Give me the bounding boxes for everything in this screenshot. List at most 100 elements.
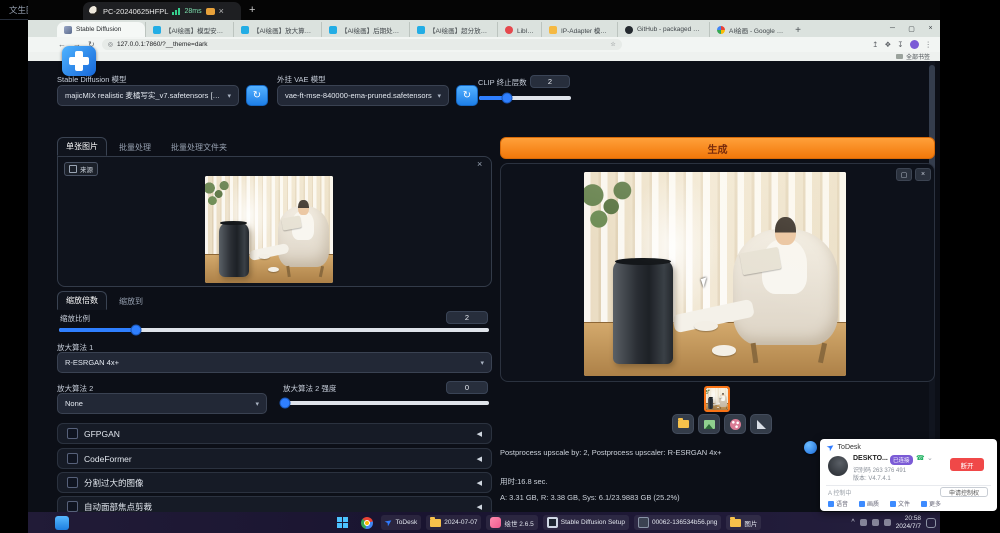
window-minimize-button[interactable]: ─ xyxy=(883,20,902,37)
chevron-down-icon: ▾ xyxy=(222,92,231,100)
refresh-models-button[interactable]: ↻ xyxy=(246,85,268,106)
todesk-logo-icon: ➤ xyxy=(825,441,837,454)
extensions-icon[interactable]: ❖ xyxy=(884,40,891,49)
checkbox[interactable] xyxy=(67,453,78,464)
refresh-vae-button[interactable]: ↻ xyxy=(456,85,478,106)
generate-button[interactable]: 生成 xyxy=(500,137,935,159)
gallery-close-button[interactable]: × xyxy=(915,168,931,181)
browser-tab-doc[interactable]: IP-Adapter 模型指南 xyxy=(541,22,617,37)
todesk-floating-ball[interactable] xyxy=(804,441,817,454)
todesk-disconnect-button[interactable]: 断开 xyxy=(950,458,984,471)
output-image[interactable] xyxy=(584,172,846,376)
gallery-thumbnail[interactable] xyxy=(704,386,730,412)
chrome-taskbar-button[interactable] xyxy=(357,514,376,531)
window-maximize-button[interactable]: ▢ xyxy=(902,20,921,37)
file-icon xyxy=(890,501,896,507)
sd-console-taskbar-button[interactable]: Stable Diffusion Setup xyxy=(543,515,629,530)
accordion-split-oversized[interactable]: 分割过大的图像 ◀ xyxy=(57,472,492,493)
bookmark-star-icon[interactable]: ☆ xyxy=(610,41,615,48)
clock[interactable]: 20:58 2024/7/7 xyxy=(896,515,921,531)
volume-icon[interactable] xyxy=(872,519,879,526)
todesk-more-action[interactable]: 更多 xyxy=(921,499,941,508)
accordion-gfpgan[interactable]: GFPGAN ◀ xyxy=(57,423,492,444)
browser-tab-github[interactable]: GitHub - packaged Studio xyxy=(617,22,709,37)
send-to-extras-button[interactable] xyxy=(750,414,772,434)
launcher-icon xyxy=(490,517,501,528)
network-icon[interactable] xyxy=(860,519,867,526)
browser-tab-liblib[interactable]: LiblibAI·哩布哩布AI xyxy=(497,22,541,37)
browser-tab-stable-diffusion[interactable]: Stable Diffusion xyxy=(57,22,145,37)
notification-center-icon[interactable] xyxy=(926,518,936,528)
image-file-taskbar-button[interactable]: 00062-136534b56.png xyxy=(634,515,721,530)
browser-tab-bilibili-3[interactable]: 【AI绘画】后期处理教程 - 哔哩哔哩 xyxy=(321,22,409,37)
todesk-file-action[interactable]: 文件 xyxy=(890,499,910,508)
profile-avatar[interactable] xyxy=(910,40,919,49)
chevron-left-icon: ◀ xyxy=(477,503,482,511)
system-tray: ^ 20:58 2024/7/7 xyxy=(822,513,936,532)
phone-icon[interactable]: ☎ xyxy=(916,454,925,462)
bookmarks-label[interactable]: 全部书签 xyxy=(906,52,930,61)
gallery-fullscreen-button[interactable]: ▢ xyxy=(896,168,912,181)
language-indicator[interactable] xyxy=(884,519,891,526)
launcher-taskbar-button[interactable]: 绘世 2.6.5 xyxy=(486,515,537,530)
upscaler2-strength-value[interactable]: 0 xyxy=(446,381,488,394)
browser-tab-bilibili-2[interactable]: 【AI绘画】放大算法对比 - 哔哩哔哩 xyxy=(233,22,321,37)
tray-expand-icon[interactable]: ^ xyxy=(851,519,854,526)
upscaler1-dropdown[interactable]: R-ESRGAN 4x+▾ xyxy=(57,352,492,373)
todesk-avatar xyxy=(828,456,848,476)
start-button[interactable] xyxy=(333,514,352,531)
accordion-codeformer[interactable]: CodeFormer ◀ xyxy=(57,448,492,469)
clip-skip-slider[interactable] xyxy=(479,96,571,100)
scale-ratio-slider[interactable] xyxy=(59,328,489,332)
share-icon[interactable]: ↥ xyxy=(872,40,878,49)
clip-skip-value[interactable]: 2 xyxy=(530,75,570,88)
todesk-quality-action[interactable]: 画质 xyxy=(859,499,879,508)
download-icon[interactable]: ↧ xyxy=(897,40,903,49)
todesk-taskbar-button[interactable]: ➤ToDesk xyxy=(381,515,421,530)
vae-label: 外挂 VAE 模型 xyxy=(277,74,326,85)
subtab-single-image[interactable]: 单张图片 xyxy=(57,137,107,156)
clear-image-button[interactable]: × xyxy=(477,159,482,169)
browser-tab-bilibili-4[interactable]: 【AI绘画】超分放大实战 - 哔哩哔哩 xyxy=(409,22,497,37)
todesk-request-control-button[interactable]: 申请控制权 xyxy=(940,487,988,497)
scene-light-haze xyxy=(205,176,333,283)
browser-tab-bilibili-1[interactable]: 【AI绘画】模型安装教程 - 哔哩哔哩 xyxy=(145,22,233,37)
browser-tab-google-search[interactable]: AI绘画 - Google 搜索 xyxy=(709,22,791,37)
session-close-button[interactable]: × xyxy=(219,6,224,16)
browser-tabstrip: Stable Diffusion 【AI绘画】模型安装教程 - 哔哩哔哩 【AI… xyxy=(28,20,940,37)
vae-dropdown[interactable]: vae-ft-mse-840000-ema-pruned.safetensors… xyxy=(277,85,449,106)
webui-launcher-logo xyxy=(62,46,96,76)
widgets-button[interactable] xyxy=(52,514,71,531)
upscaler2-strength-slider[interactable] xyxy=(283,401,489,405)
address-bar[interactable]: ◎ 127.0.0.1:7860/?__theme=dark ☆ xyxy=(102,39,622,50)
ruler-icon xyxy=(757,420,766,429)
remote-session-icon xyxy=(89,6,99,16)
subtab-scale-to[interactable]: 缩放到 xyxy=(111,293,151,310)
subtab-batch-from-directory[interactable]: 批量处理文件夹 xyxy=(163,139,235,156)
signal-bars-icon xyxy=(172,8,180,15)
checkbox[interactable] xyxy=(67,428,78,439)
subtab-scale-by[interactable]: 缩放倍数 xyxy=(57,291,107,310)
open-folder-button[interactable] xyxy=(672,414,694,434)
checkbox[interactable] xyxy=(67,477,78,488)
pictures-taskbar-button[interactable]: 图片 xyxy=(726,515,761,530)
folder-taskbar-button[interactable]: 2024-07-07 xyxy=(426,515,481,530)
menu-icon[interactable]: ⋮ xyxy=(925,40,933,49)
save-image-button[interactable] xyxy=(698,414,720,434)
send-to-img2img-button[interactable] xyxy=(724,414,746,434)
todesk-voice-action[interactable]: 语音 xyxy=(828,499,848,508)
checkbox[interactable] xyxy=(67,501,78,512)
site-info-icon[interactable]: ◎ xyxy=(108,41,113,48)
input-image[interactable] xyxy=(205,176,333,283)
browser-new-tab-button[interactable]: + xyxy=(791,23,805,37)
window-close-button[interactable]: × xyxy=(921,20,940,37)
upscaler2-dropdown[interactable]: None▾ xyxy=(57,393,267,414)
taskbar-center: ➤ToDesk 2024-07-07 绘世 2.6.5 Stable Diffu… xyxy=(333,513,761,532)
remote-session-tab[interactable]: PC-20240625HFPL 28ms × xyxy=(83,2,241,20)
sd-model-dropdown[interactable]: majicMIX realistic 麦橘写实_v7.safetensors [… xyxy=(57,85,239,106)
memory-usage-text: A: 3.31 GB, R: 3.38 GB, Sys: 6.1/23.9883… xyxy=(500,493,680,502)
chevron-down-icon[interactable]: ⌄ xyxy=(927,454,933,462)
new-session-button[interactable]: + xyxy=(249,4,255,16)
scale-ratio-value[interactable]: 2 xyxy=(446,311,488,324)
subtab-batch-process[interactable]: 批量处理 xyxy=(111,139,159,156)
